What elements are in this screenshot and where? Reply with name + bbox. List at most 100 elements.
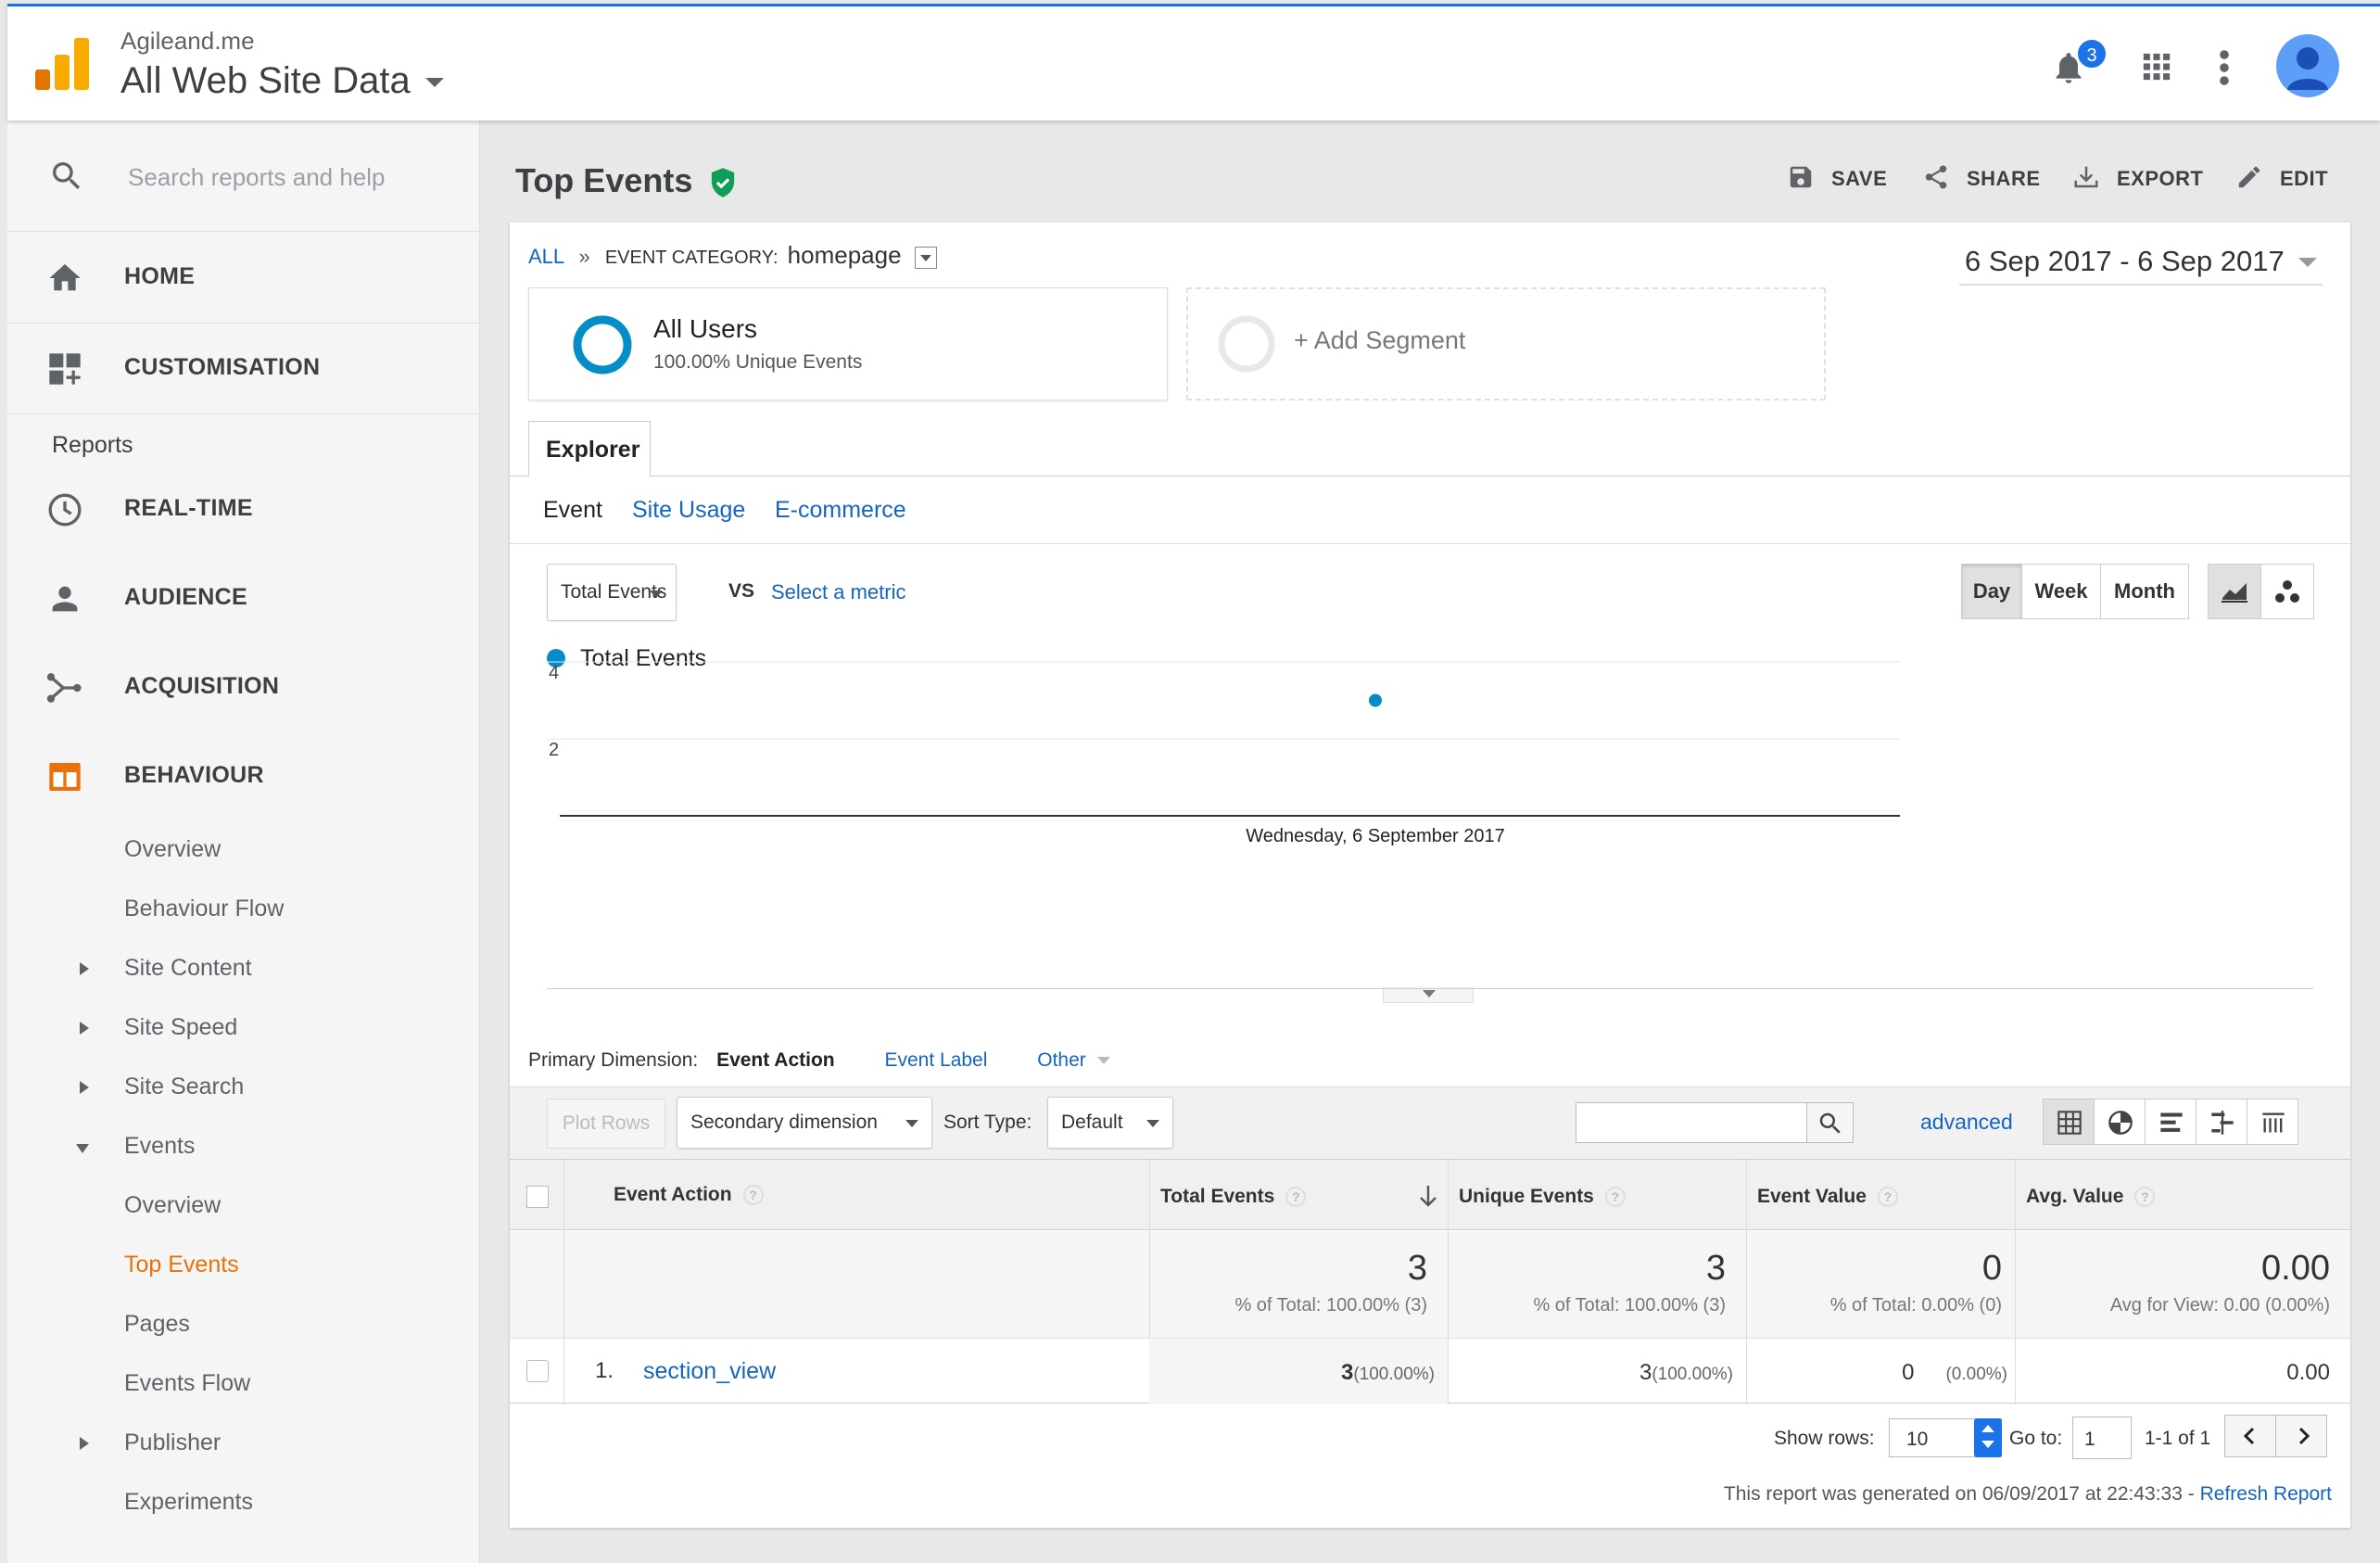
edit-button[interactable]: EDIT	[2235, 166, 2328, 191]
segment-name: All Users	[653, 314, 758, 343]
prev-page-button[interactable]	[2224, 1415, 2276, 1457]
column-header-event-value[interactable]: Event Value?	[1757, 1186, 1898, 1256]
goto-input[interactable]: 1	[2072, 1417, 2132, 1459]
dimension-other[interactable]: Other	[1037, 1049, 1086, 1071]
column-header-total-events[interactable]: Total Events?	[1160, 1186, 1307, 1256]
table-view-data-button[interactable]	[2043, 1099, 2095, 1145]
table-view-pivot-button[interactable]	[2247, 1099, 2298, 1145]
sidebar-item-behaviour-overview[interactable]: Overview	[124, 836, 221, 863]
subtab-event[interactable]: Event	[543, 497, 602, 524]
vs-label: VS	[728, 580, 755, 602]
sidebar-item-behaviour-flow[interactable]: Behaviour Flow	[124, 896, 284, 922]
sidebar-item-events[interactable]: Events	[124, 1133, 195, 1160]
table-view-performance-button[interactable]	[2145, 1099, 2196, 1145]
collapse-arrow-icon[interactable]	[76, 1144, 89, 1153]
table-search-button[interactable]	[1806, 1103, 1853, 1142]
sidebar-item-site-content[interactable]: Site Content	[124, 955, 252, 982]
help-icon[interactable]: ?	[2134, 1187, 2156, 1208]
analytics-logo-icon[interactable]	[35, 38, 91, 90]
plot-rows-button[interactable]: Plot Rows	[547, 1099, 665, 1149]
stepper-arrows-icon[interactable]	[1974, 1418, 2002, 1457]
sidebar-item-home[interactable]: HOME	[7, 235, 480, 324]
share-button[interactable]: SHARE	[1922, 165, 2041, 191]
property-selector[interactable]: All Web Site Data	[120, 60, 444, 102]
help-icon[interactable]: ?	[742, 1185, 764, 1206]
sidebar-item-experiments[interactable]: Experiments	[124, 1489, 253, 1516]
help-icon[interactable]: ?	[1285, 1187, 1307, 1208]
row-event-action-link[interactable]: section_view	[643, 1358, 776, 1385]
sidebar-search[interactable]: Search reports and help	[7, 121, 480, 232]
sort-type-dropdown[interactable]: Default	[1047, 1097, 1173, 1149]
data-point[interactable]	[1369, 693, 1382, 707]
month-button[interactable]: Month	[2100, 564, 2189, 619]
advanced-filter-link[interactable]: advanced	[1920, 1110, 2013, 1135]
column-header-event-action[interactable]: Event Action?	[614, 1184, 764, 1254]
add-segment-button[interactable]: + Add Segment	[1186, 287, 1826, 400]
tab-explorer[interactable]: Explorer	[528, 421, 651, 477]
dimension-event-action[interactable]: Event Action	[716, 1049, 835, 1071]
x-tick-label: Wednesday, 6 September 2017	[1246, 826, 1504, 846]
sidebar-item-audience[interactable]: AUDIENCE	[7, 556, 480, 645]
breadcrumb-category-value: homepage	[787, 241, 902, 269]
refresh-report-link[interactable]: Refresh Report	[2200, 1483, 2332, 1505]
secondary-dimension-dropdown[interactable]: Secondary dimension	[677, 1097, 932, 1149]
expand-arrow-icon[interactable]	[80, 1437, 89, 1450]
user-avatar-icon	[2287, 47, 2328, 90]
select-metric-link[interactable]: Select a metric	[771, 580, 906, 604]
sidebar-item-site-search[interactable]: Site Search	[124, 1074, 244, 1100]
avatar[interactable]	[2276, 34, 2339, 97]
column-header-unique-events[interactable]: Unique Events?	[1459, 1186, 1626, 1256]
avg-value-total-pct: Avg for View: 0.00 (0.00%)	[2109, 1295, 2330, 1315]
export-label: EXPORT	[2117, 167, 2204, 190]
sidebar-item-events-overview[interactable]: Overview	[124, 1192, 221, 1219]
goto-value: 1	[2084, 1429, 2095, 1450]
week-button[interactable]: Week	[2021, 564, 2101, 619]
select-all-checkbox[interactable]	[526, 1186, 549, 1208]
table-view-comparison-button[interactable]	[2196, 1099, 2247, 1145]
search-input[interactable]: Search reports and help	[128, 163, 386, 192]
show-rows-select[interactable]: 10	[1889, 1418, 2002, 1457]
column-header-avg-value[interactable]: Avg. Value?	[2026, 1186, 2156, 1256]
table-view-percentage-button[interactable]	[2094, 1099, 2146, 1145]
day-button[interactable]: Day	[1961, 564, 2022, 619]
expand-arrow-icon[interactable]	[80, 962, 89, 975]
breadcrumb-all-link[interactable]: ALL	[528, 245, 563, 268]
save-button[interactable]: SAVE	[1787, 166, 1887, 191]
legend-label: Total Events	[580, 645, 706, 671]
tab-divider	[510, 476, 2350, 477]
dimension-event-label[interactable]: Event Label	[884, 1049, 987, 1071]
date-range-picker[interactable]: 6 Sep 2017 - 6 Sep 2017	[1959, 243, 2323, 286]
help-icon[interactable]: ?	[1604, 1187, 1626, 1208]
expand-arrow-icon[interactable]	[80, 1022, 89, 1035]
sidebar-item-publisher[interactable]: Publisher	[124, 1430, 221, 1456]
sidebar-item-events-flow[interactable]: Events Flow	[124, 1370, 250, 1397]
row-checkbox[interactable]	[526, 1360, 549, 1382]
segment-all-users[interactable]: All Users 100.00% Unique Events	[528, 287, 1168, 400]
line-chart-view-button[interactable]	[2208, 564, 2261, 619]
breadcrumb-separator: »	[578, 245, 590, 268]
table-search-input[interactable]	[1576, 1102, 1854, 1143]
subtab-ecommerce[interactable]: E-commerce	[775, 497, 906, 524]
expand-arrow-icon[interactable]	[80, 1081, 89, 1094]
sidebar-item-top-events[interactable]: Top Events	[124, 1252, 239, 1278]
export-button[interactable]: EXPORT	[2072, 166, 2204, 191]
apps-grid-icon[interactable]	[2141, 51, 2172, 83]
sidebar-item-acquisition[interactable]: ACQUISITION	[7, 645, 480, 734]
sidebar: Search reports and help HOME CUSTOMISATI…	[7, 121, 480, 1563]
comparison-icon	[2211, 1111, 2234, 1135]
pencil-icon	[2238, 166, 2260, 188]
sort-descending-arrow-icon[interactable]	[1418, 1184, 1438, 1208]
sidebar-item-behaviour[interactable]: BEHAVIOUR	[7, 734, 480, 823]
sidebar-item-site-speed[interactable]: Site Speed	[124, 1014, 237, 1041]
sidebar-item-realtime[interactable]: REAL-TIME	[7, 467, 480, 556]
sidebar-item-customisation[interactable]: CUSTOMISATION	[7, 326, 480, 415]
more-vert-icon[interactable]	[2219, 49, 2230, 86]
sidebar-item-pages[interactable]: Pages	[124, 1311, 190, 1338]
motion-chart-view-button[interactable]	[2260, 564, 2314, 619]
metric-dropdown[interactable]: Total Events	[547, 564, 677, 621]
subtab-site-usage[interactable]: Site Usage	[632, 497, 745, 524]
help-icon[interactable]: ?	[1877, 1187, 1898, 1208]
row-total-events: 3(100.00%)	[1158, 1360, 1435, 1386]
category-dropdown-toggle[interactable]	[914, 247, 937, 270]
next-page-button[interactable]	[2275, 1415, 2327, 1457]
